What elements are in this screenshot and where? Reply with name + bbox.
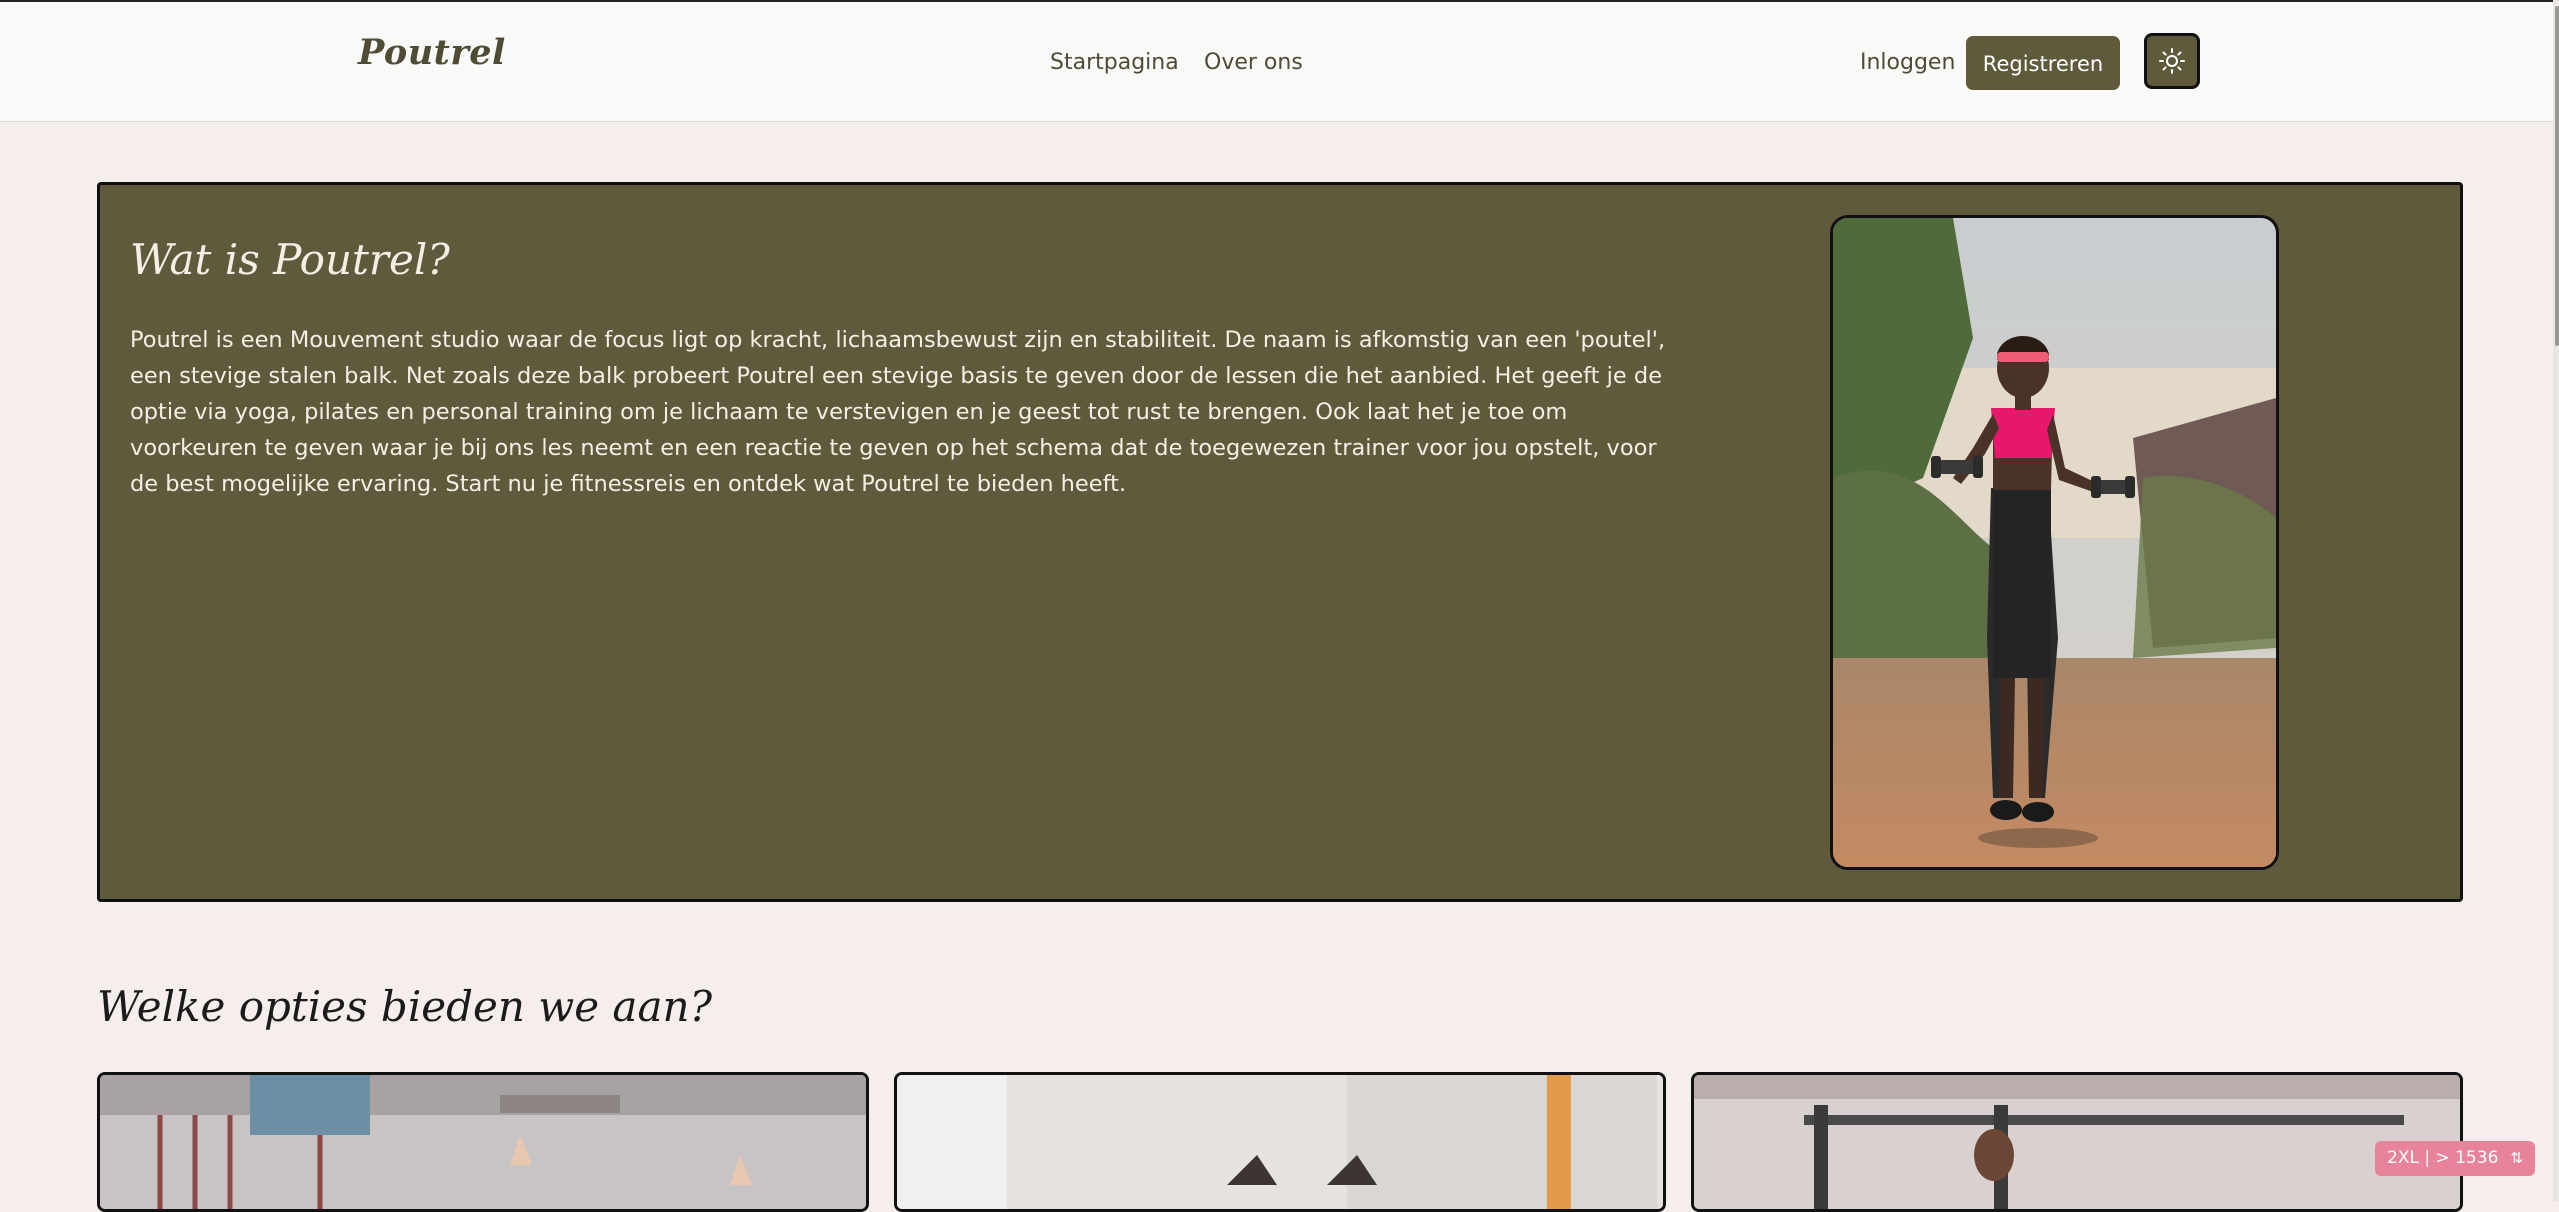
hero-photo-illustration xyxy=(1833,218,2276,867)
brand-logo[interactable]: Poutrel xyxy=(358,32,506,73)
login-link[interactable]: Inloggen xyxy=(1860,50,1955,75)
theme-toggle-button[interactable] xyxy=(2144,33,2200,89)
sun-icon xyxy=(2159,48,2185,74)
card-image-yoga-class xyxy=(100,1075,866,1209)
option-card-personal-training[interactable] xyxy=(1691,1072,2463,1212)
option-card-yoga[interactable] xyxy=(97,1072,869,1212)
nav-link-startpagina[interactable]: Startpagina xyxy=(1050,50,1179,75)
hero-photo-woman-with-dumbbells xyxy=(1830,215,2279,870)
chevron-up-down-icon: ⇅ xyxy=(2510,1149,2523,1167)
options-section-title: Welke opties bieden we aan? xyxy=(97,982,713,1031)
navbar: Poutrel Startpagina Over ons Inloggen Re… xyxy=(0,2,2553,122)
breakpoint-badge-label: 2XL | > 1536 xyxy=(2387,1148,2499,1168)
breakpoint-badge[interactable]: 2XL | > 1536 ⇅ xyxy=(2375,1141,2535,1176)
scrollbar-thumb[interactable] xyxy=(2555,6,2559,346)
card-image-pilates-class xyxy=(897,1075,1663,1209)
nav-link-over-ons[interactable]: Over ons xyxy=(1204,50,1303,75)
register-button[interactable]: Registreren xyxy=(1966,36,2120,90)
hero-title: Wat is Poutrel? xyxy=(130,235,450,284)
hero-description: Poutrel is een Mouvement studio waar de … xyxy=(130,327,1666,497)
option-card-pilates[interactable] xyxy=(894,1072,1666,1212)
card-image-personal-training xyxy=(1694,1075,2460,1209)
